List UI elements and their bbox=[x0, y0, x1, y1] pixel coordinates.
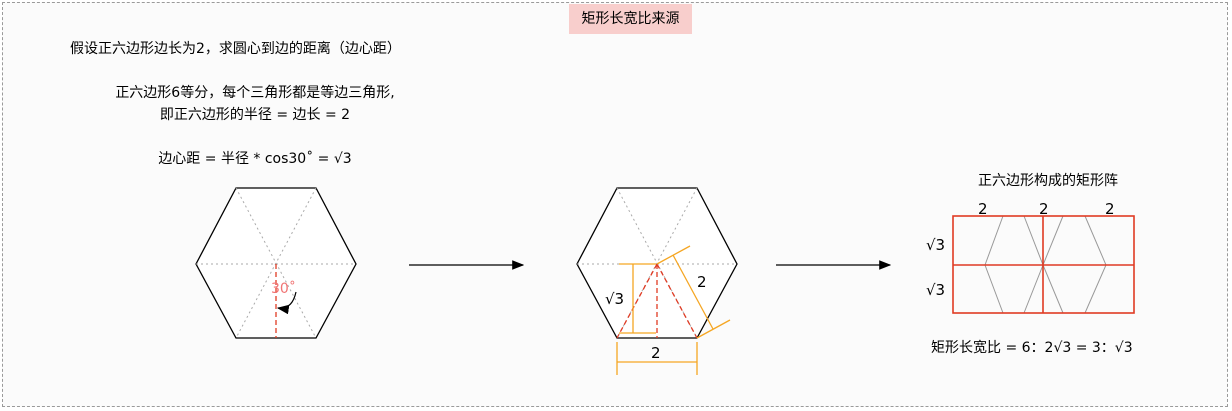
row-label-1: √3 bbox=[926, 236, 946, 254]
angle-label: 30˚ bbox=[271, 281, 296, 297]
bottom-label: 2 bbox=[651, 344, 661, 362]
col-label-1: 2 bbox=[978, 200, 988, 218]
row-label-2: √3 bbox=[926, 281, 946, 299]
col-label-2: 2 bbox=[1039, 200, 1049, 218]
height-label: √3 bbox=[605, 290, 625, 308]
side-label: 2 bbox=[697, 273, 707, 291]
diagram-canvas: 矩形长宽比来源 假设正六边形边长为2，求圆心到边的距离（边心距） 正六边形6等分… bbox=[0, 0, 1232, 411]
col-label-3: 2 bbox=[1105, 200, 1115, 218]
rect-array bbox=[952, 215, 1135, 314]
hexagon-1 bbox=[195, 187, 357, 339]
ratio-text: 矩形长宽比 = 6：2√3 = 3：√3 bbox=[931, 340, 1133, 356]
rect-array-title: 正六边形构成的矩形阵 bbox=[978, 173, 1118, 189]
